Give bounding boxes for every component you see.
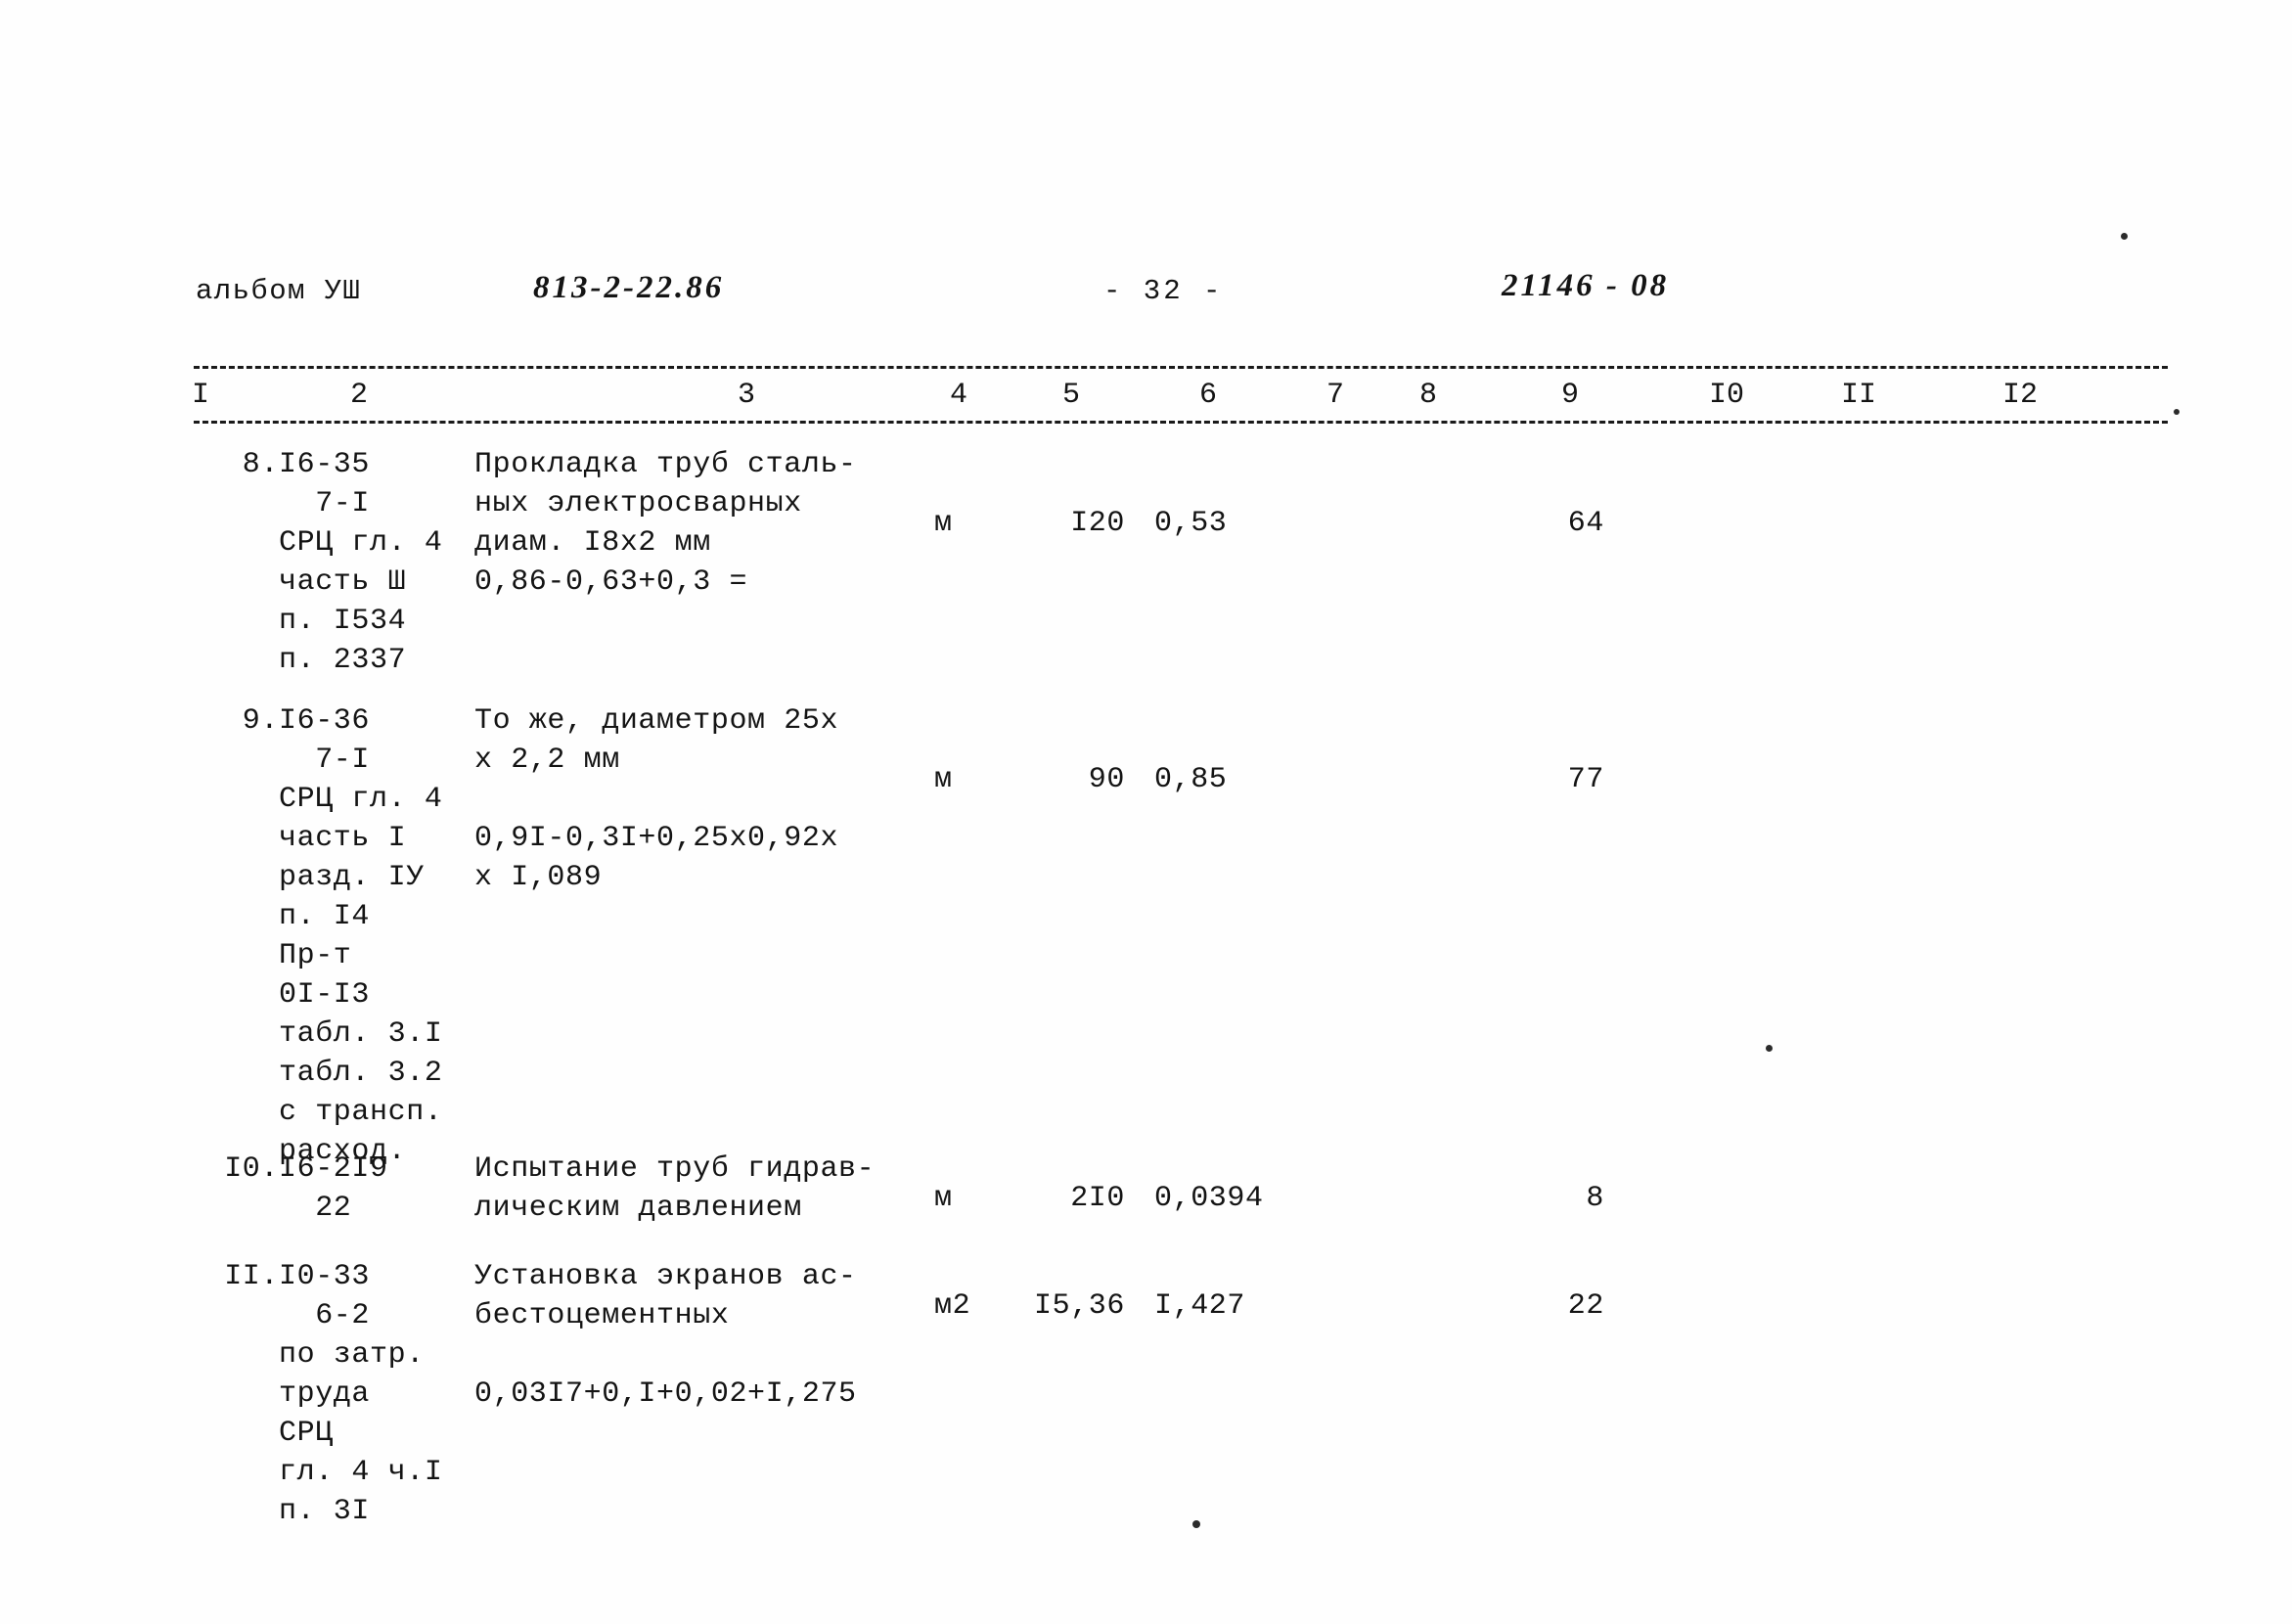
column-number-1: I [170,374,231,417]
row-description: То же, диаметром 25х х 2,2 мм [474,704,839,777]
column-number-2: 2 [329,374,389,417]
page-header: альбом УШ 813-2-22.86 - 32 - 21146 - 08 [0,268,2292,327]
row-description: Прокладка труб сталь- ных электросварных… [474,448,857,560]
row-number: 9. [242,704,279,738]
row-reference-code: I6-36 7-I СРЦ гл. 4 часть I разд. IУ п. … [279,704,443,1168]
row-formula: 0,03I7+0,I+0,02+I,275 [474,1377,857,1411]
row-reference-code: I6-2I9 22 [279,1152,388,1225]
column-number-5: 5 [1041,374,1101,417]
row-quantity: 90 [1088,763,1125,796]
row-formula: 0,86-0,63+0,3 = [474,565,748,599]
row-unit: м [934,507,953,540]
row-description: Установка экранов ас- бестоцементных [474,1260,857,1332]
row-unit: м [934,763,953,796]
row-number: I0. [224,1152,279,1186]
table-rule-top [194,366,2168,369]
row-unit: м2 [934,1289,971,1323]
row-description: Испытание труб гидрав- лическим давление… [474,1152,876,1225]
row-quantity: I5,36 [1033,1289,1125,1323]
page-number: - 32 - [1103,275,1224,307]
column-number-10: I0 [1696,374,1757,417]
document-code: 813-2-22.86 [533,270,725,305]
row-total: 22 [1567,1289,1604,1323]
row-quantity: 2I0 [1070,1182,1125,1215]
column-number-7: 7 [1305,374,1366,417]
row-total: 8 [1586,1182,1604,1215]
scan-speck [1192,1520,1200,1528]
archive-code: 21146 - 08 [1502,268,1670,303]
column-number-4: 4 [928,374,989,417]
row-total: 77 [1567,763,1604,796]
column-number-row: I 2 3 4 5 6 7 8 9 I0 II I2 [0,374,2292,421]
scan-speck [2121,233,2128,240]
column-number-11: II [1828,374,1889,417]
scan-speck [1766,1045,1773,1052]
column-number-8: 8 [1398,374,1459,417]
row-formula: 0,9I-0,3I+0,25х0,92х х I,089 [474,822,839,894]
row-unit-price: 0,53 [1154,507,1228,540]
row-unit-price: 0,85 [1154,763,1228,796]
column-number-9: 9 [1540,374,1600,417]
column-number-12: I2 [1990,374,2050,417]
row-number: 8. [242,448,279,481]
row-reference-code: I6-35 7-I СРЦ гл. 4 часть Ш п. I534 п. 2… [279,448,443,677]
scan-speck [2174,409,2180,415]
album-label: альбом УШ [196,275,362,307]
row-total: 64 [1567,507,1604,540]
row-number: II. [224,1260,279,1293]
column-number-3: 3 [716,374,777,417]
row-unit-price: 0,0394 [1154,1182,1264,1215]
row-reference-code: I0-33 6-2 по затр. труда СРЦ гл. 4 ч.I п… [279,1260,443,1528]
scanned-page: альбом УШ 813-2-22.86 - 32 - 21146 - 08 … [0,0,2292,1624]
row-unit: м [934,1182,953,1215]
row-quantity: I20 [1070,507,1125,540]
row-unit-price: I,427 [1154,1289,1246,1323]
table-rule-bottom [194,421,2168,424]
column-number-6: 6 [1178,374,1238,417]
